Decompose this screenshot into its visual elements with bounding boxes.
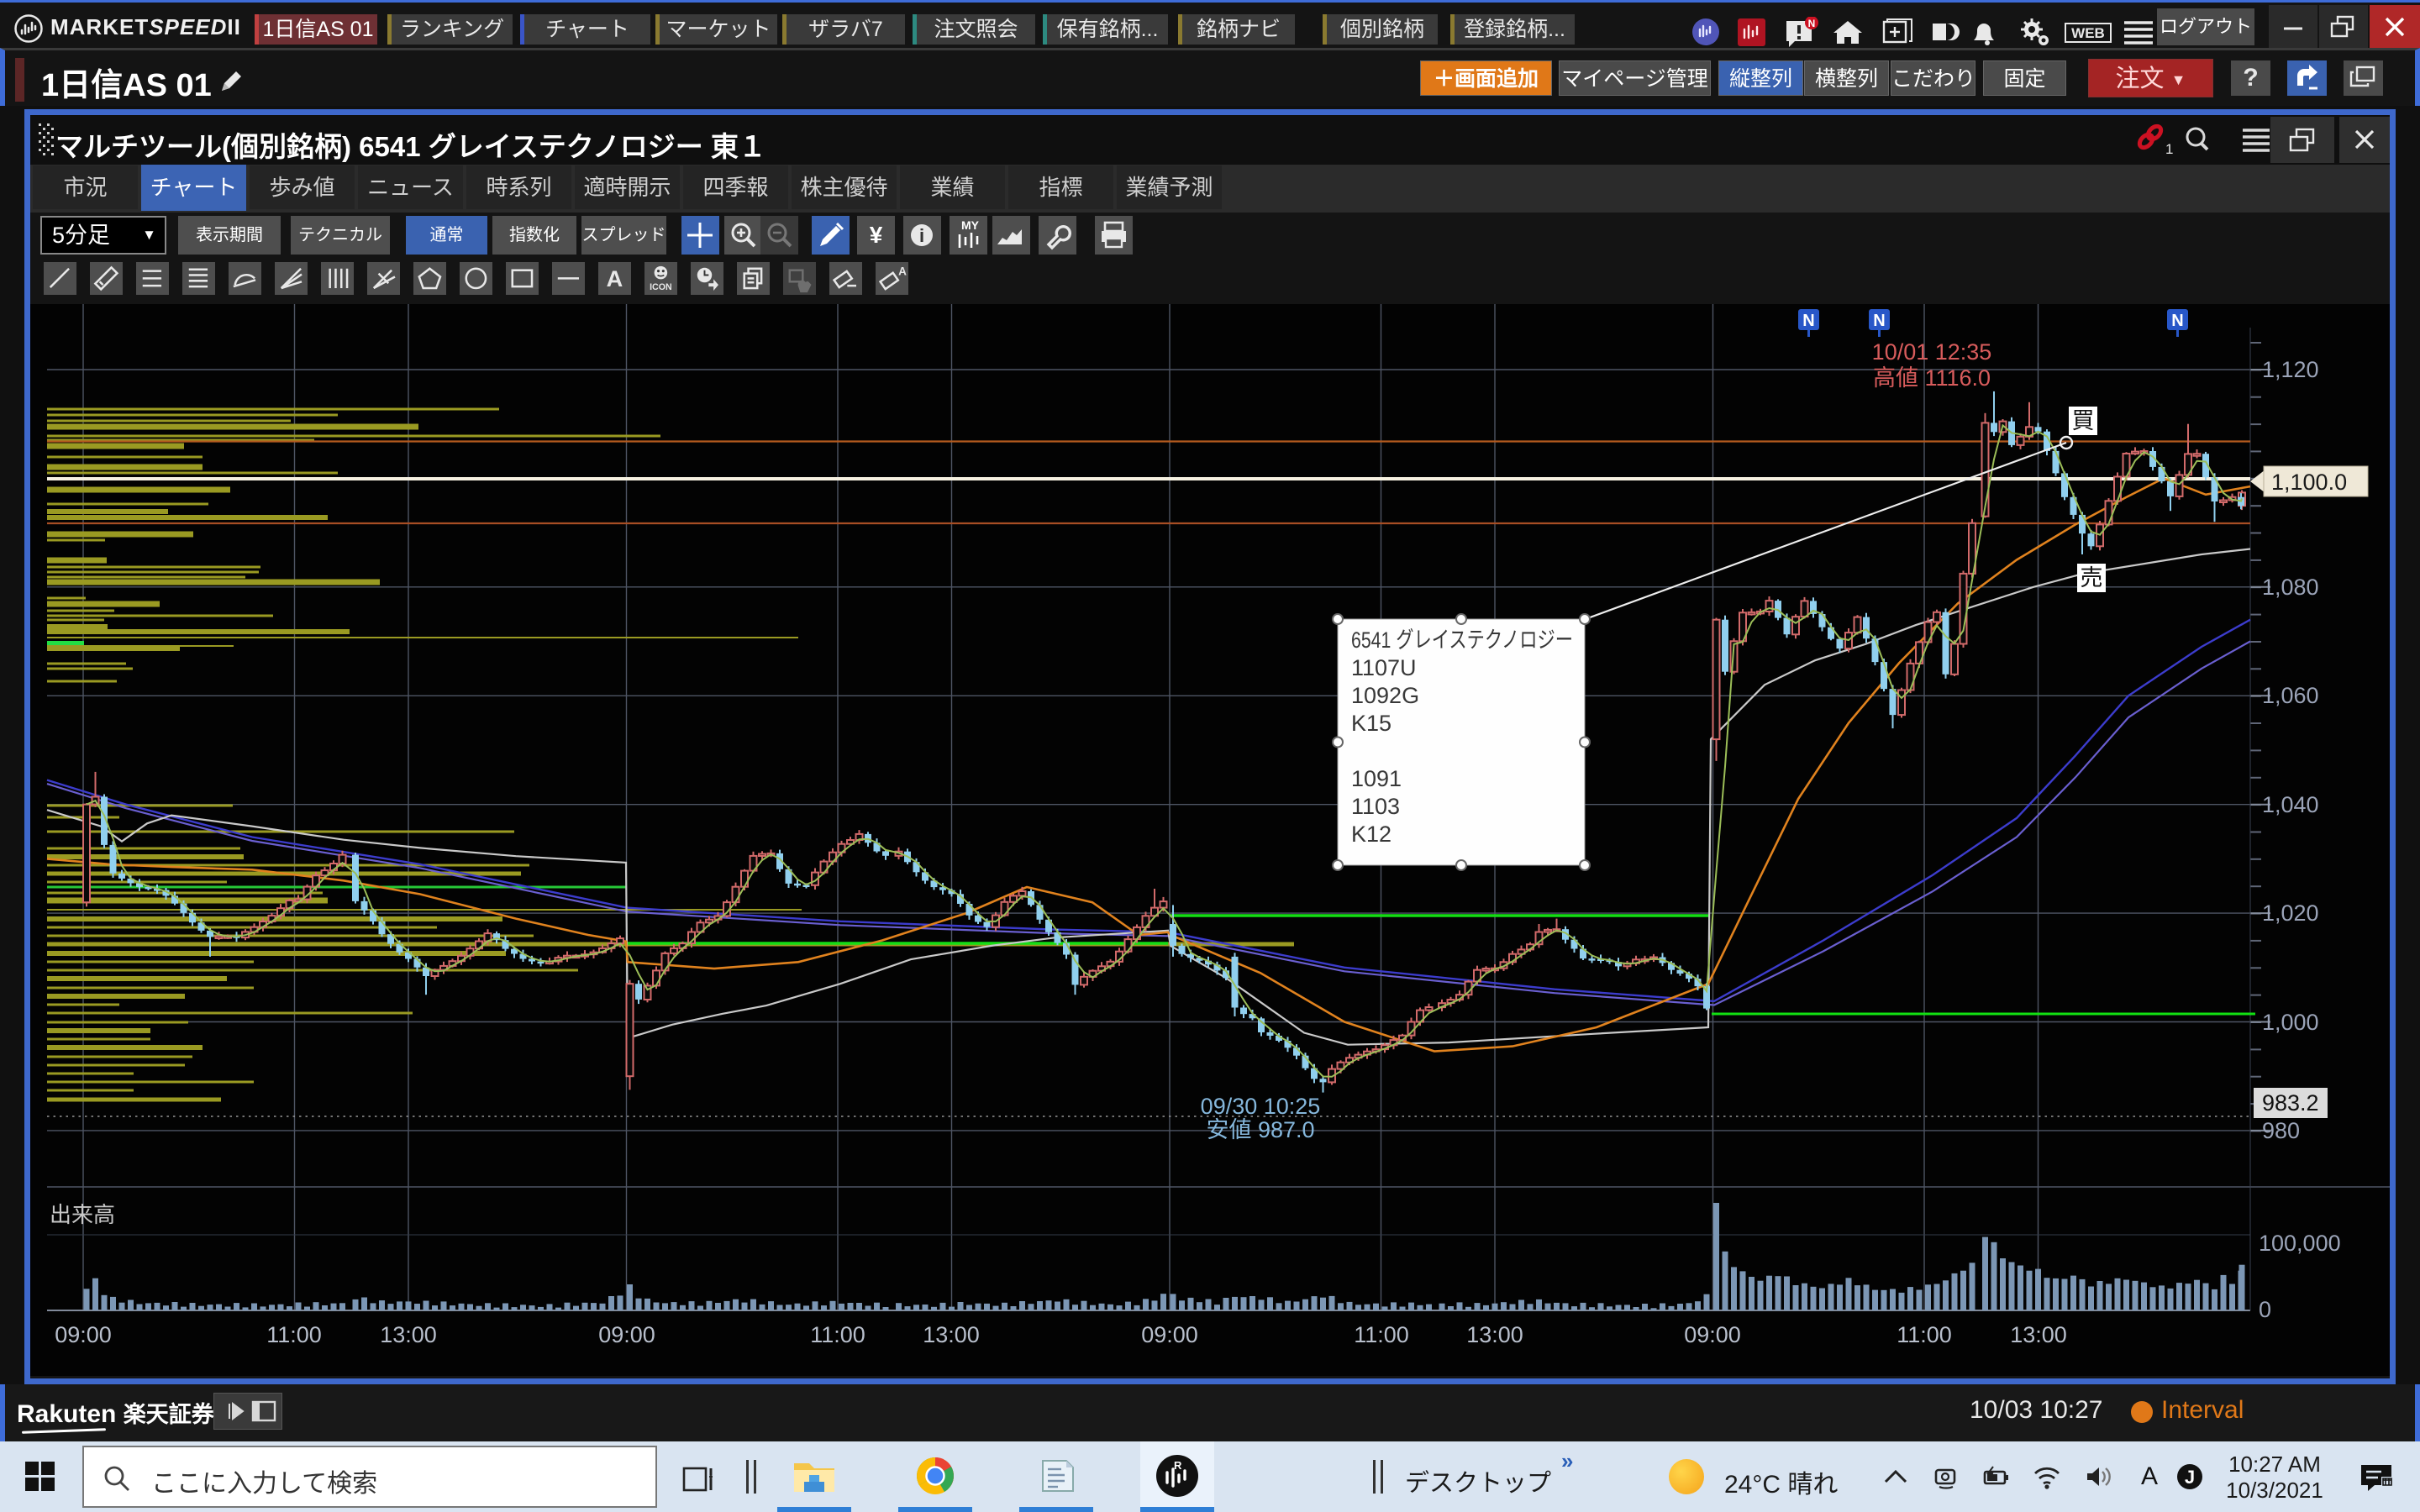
svg-text:出来高: 出来高 [50,1202,115,1227]
svg-text:09:00: 09:00 [598,1322,655,1347]
svg-text:13:00: 13:00 [380,1322,437,1347]
svg-text:K15: K15 [1351,711,1392,736]
svg-text:0: 0 [2259,1297,2271,1322]
svg-text:980: 980 [2262,1118,2300,1143]
svg-text:1,120: 1,120 [2262,357,2319,382]
svg-text:WEB: WEB [2071,25,2105,41]
svg-text:1103: 1103 [1351,794,1400,819]
svg-text:6541 グレイステクノロジー: 6541 グレイステクノロジー [1351,627,1573,653]
svg-text:1092G: 1092G [1351,683,1419,708]
svg-text:1,000: 1,000 [2262,1010,2319,1035]
svg-text:11:00: 11:00 [1354,1322,1409,1347]
svg-text:11:00: 11:00 [1897,1322,1952,1347]
svg-text:1,100.0: 1,100.0 [2271,470,2347,495]
svg-text:N: N [2171,312,2183,330]
svg-text:i: i [919,225,924,246]
svg-text:R: R [1174,1459,1182,1472]
svg-text:N: N [1808,18,1816,29]
svg-text:11:00: 11:00 [810,1322,865,1347]
svg-text:11:00: 11:00 [266,1322,322,1347]
svg-text:1,080: 1,080 [2262,575,2319,600]
svg-text:13:00: 13:00 [923,1322,980,1347]
svg-text:100,000: 100,000 [2259,1231,2341,1256]
svg-text:A: A [607,265,623,291]
svg-text:1,020: 1,020 [2262,900,2319,926]
svg-text:1: 1 [2165,141,2173,157]
svg-text:ICON: ICON [650,282,672,292]
svg-text:買: 買 [2072,408,2095,433]
svg-text:N: N [1802,312,1814,330]
svg-text:10/01 12:35: 10/01 12:35 [1872,339,1992,365]
svg-text:13:00: 13:00 [1466,1322,1523,1347]
svg-text:983.2: 983.2 [2262,1090,2319,1116]
svg-text:売: 売 [2081,565,2103,591]
svg-text:K12: K12 [1351,822,1392,847]
svg-text:J: J [2185,1467,2195,1488]
svg-text:A: A [2141,1462,2158,1490]
svg-text:13:00: 13:00 [2010,1322,2067,1347]
svg-text:MY: MY [961,218,980,232]
svg-text:09:00: 09:00 [1141,1322,1198,1347]
svg-text:A: A [898,265,907,278]
svg-text:1091: 1091 [1351,766,1402,791]
svg-text:1,060: 1,060 [2262,683,2319,708]
svg-text:1107U: 1107U [1351,655,1417,680]
svg-text:1,040: 1,040 [2262,792,2319,817]
svg-text:09:00: 09:00 [1684,1322,1741,1347]
svg-text:N: N [1873,312,1885,330]
svg-text:高値 1116.0: 高値 1116.0 [1873,365,1991,391]
svg-text:09/30 10:25: 09/30 10:25 [1201,1094,1321,1119]
svg-text:安値 987.0: 安値 987.0 [1206,1117,1314,1142]
svg-text:09:00: 09:00 [55,1322,112,1347]
